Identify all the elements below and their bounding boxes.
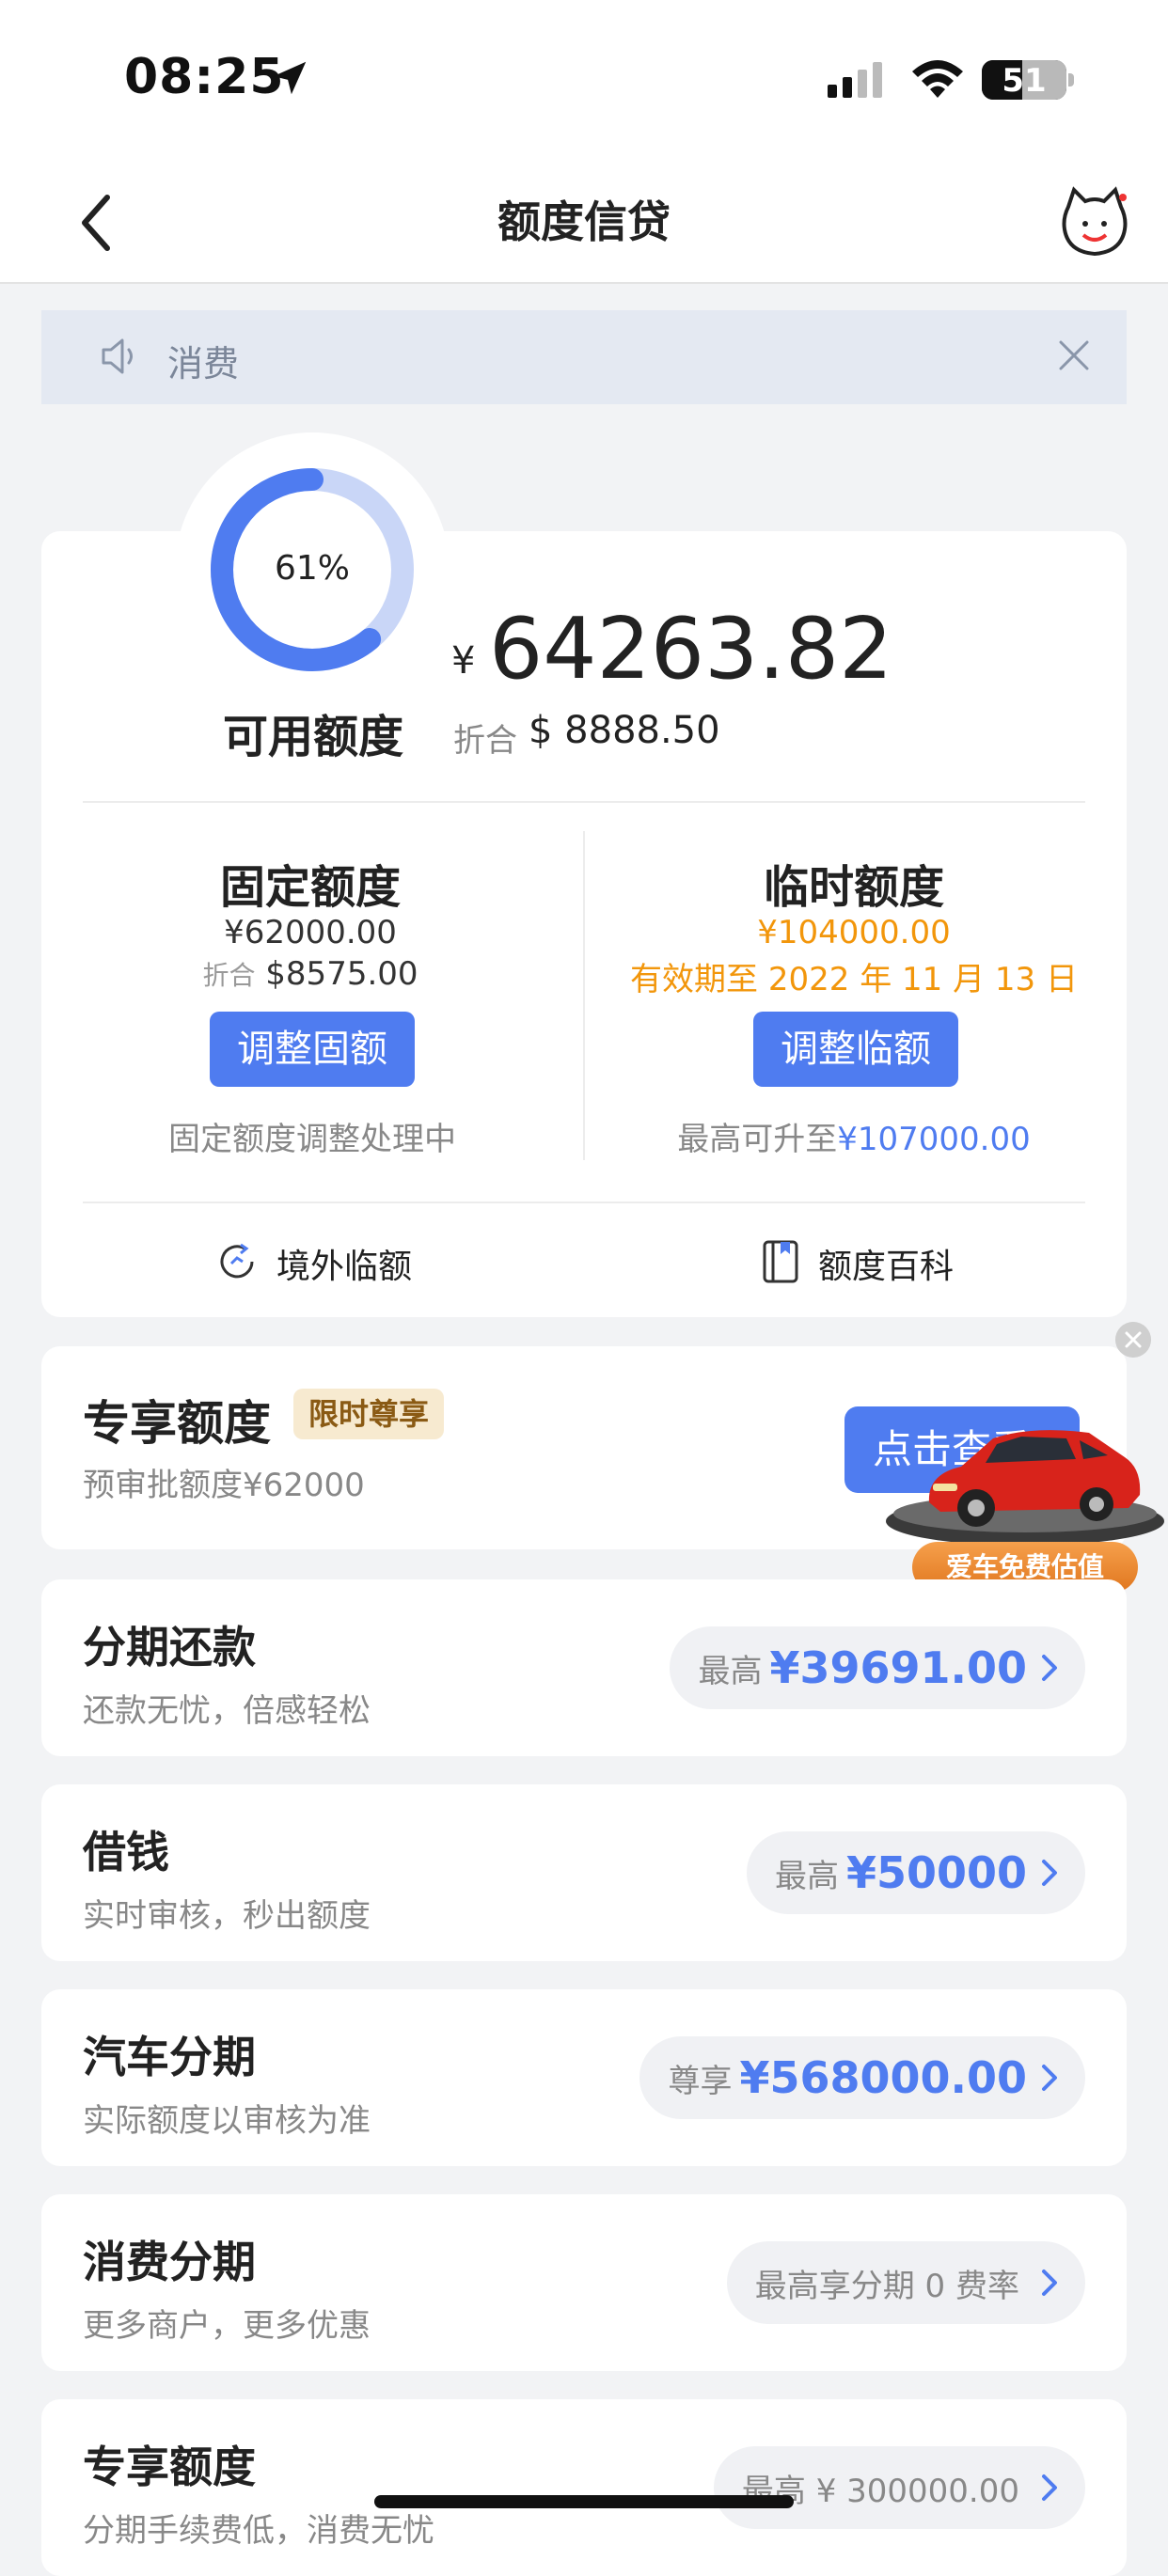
- refresh-clock-icon: [220, 1243, 254, 1279]
- pill-value: ¥50000: [845, 1847, 1027, 1898]
- pill-label: 尊享: [668, 2062, 733, 2100]
- adjust-temporary-button[interactable]: 调整临额: [753, 1012, 958, 1087]
- list-item-subtitle: 实时审核，秒出额度: [83, 1897, 371, 1935]
- list-item-title: 汽车分期: [83, 2032, 256, 2082]
- page-title: 额度信贷: [497, 196, 671, 247]
- divider: [83, 801, 1085, 803]
- column-divider: [583, 831, 585, 1160]
- fixed-credit-title: 固定额度: [219, 861, 401, 914]
- list-item-subtitle: 更多商户，更多优惠: [83, 2307, 371, 2345]
- chevron-right-icon: [1042, 1860, 1057, 1886]
- limit-pill-button[interactable]: 最高享分期 0 费率: [726, 2241, 1085, 2324]
- temporary-credit-amount: ¥104000.00: [757, 914, 951, 951]
- chevron-right-icon: [1042, 1655, 1057, 1681]
- book-icon: [763, 1240, 798, 1283]
- currency-symbol: ¥: [451, 639, 476, 683]
- fixed-converted-value: $8575.00: [265, 955, 418, 993]
- chevron-right-icon: [1042, 2065, 1057, 2091]
- wifi-icon: [912, 60, 963, 98]
- limit-pill-button[interactable]: 最高 ¥ 300000.00: [713, 2446, 1085, 2529]
- customer-service-mascot-icon[interactable]: [1059, 186, 1130, 258]
- limit-pill-button[interactable]: 尊享 ¥568000.00: [639, 2036, 1085, 2119]
- credit-wiki-link[interactable]: 额度百科: [762, 1235, 987, 1288]
- list-item-title: 分期还款: [83, 1622, 256, 1673]
- home-indicator: [374, 2495, 794, 2508]
- status-time: 08:25: [124, 49, 285, 105]
- temporary-credit-validity: 有效期至 2022 年 11 月 13 日: [630, 961, 1078, 998]
- divider: [83, 1202, 1085, 1203]
- temporary-note-value: ¥107000.00: [837, 1121, 1031, 1158]
- fixed-credit-converted: 折合 $8575.00: [75, 955, 545, 993]
- converted-label: 折合: [453, 722, 517, 760]
- limit-pill-button[interactable]: 最高 ¥50000: [746, 1831, 1085, 1914]
- temporary-credit-note: 最高可升至¥107000.00: [600, 1113, 1108, 1159]
- overseas-temp-credit-link[interactable]: 境外临额: [216, 1235, 442, 1288]
- ring-percent: 61%: [274, 549, 350, 588]
- fixed-credit-amount: ¥62000.00: [224, 914, 397, 951]
- pill-label: 最高: [774, 1857, 839, 1895]
- list-item-subtitle: 实际额度以审核为准: [83, 2102, 371, 2140]
- list-item-subtitle: 分期手续费低，消费无忧: [83, 2512, 434, 2550]
- chevron-right-icon: [1042, 2474, 1057, 2501]
- battery-indicator: 51: [982, 60, 1066, 100]
- available-credit-label: 可用额度: [222, 711, 403, 763]
- pill-label: 最高: [698, 1652, 763, 1690]
- adjust-fixed-button[interactable]: 调整固额: [210, 1012, 415, 1087]
- limit-pill-button[interactable]: 最高 ¥39691.00: [670, 1626, 1085, 1709]
- speaker-icon: [102, 338, 133, 374]
- list-item-title: 消费分期: [83, 2237, 256, 2287]
- wiki-link-label: 额度百科: [818, 1248, 955, 1286]
- pill-label: 最高享分期 0 费率: [754, 2267, 1019, 2305]
- list-item-subtitle: 还款无忧，倍感轻松: [83, 1692, 371, 1730]
- close-ad-icon[interactable]: [1115, 1322, 1151, 1358]
- location-arrow-icon: [273, 61, 307, 95]
- pill-value: ¥39691.00: [769, 1642, 1027, 1693]
- fixed-converted-label: 折合: [202, 960, 256, 991]
- battery-level: 51: [1002, 62, 1047, 100]
- battery-tip: [1068, 73, 1074, 86]
- list-item-title: 专享额度: [83, 2442, 256, 2492]
- limited-time-badge: 限时尊享: [293, 1389, 445, 1439]
- cellular-signal-icon: [828, 62, 882, 98]
- temporary-note-prefix: 最高可升至: [677, 1121, 838, 1158]
- converted-value: $ 8888.50: [529, 709, 720, 752]
- list-item-title: 借钱: [83, 1827, 169, 1877]
- exclusive-credit-title: 专享额度: [83, 1396, 271, 1451]
- exclusive-credit-subtitle: 预审批额度¥62000: [83, 1467, 365, 1504]
- temporary-credit-title: 临时额度: [763, 861, 944, 914]
- overseas-link-label: 境外临额: [276, 1248, 413, 1286]
- notice-text: 消费: [167, 343, 240, 385]
- available-credit-amount: 64263.82: [489, 600, 893, 699]
- pill-value: ¥568000.00: [739, 2052, 1027, 2103]
- close-icon[interactable]: [1055, 337, 1093, 374]
- chevron-right-icon: [1042, 2270, 1057, 2296]
- fixed-credit-note: 固定额度调整处理中: [168, 1121, 456, 1158]
